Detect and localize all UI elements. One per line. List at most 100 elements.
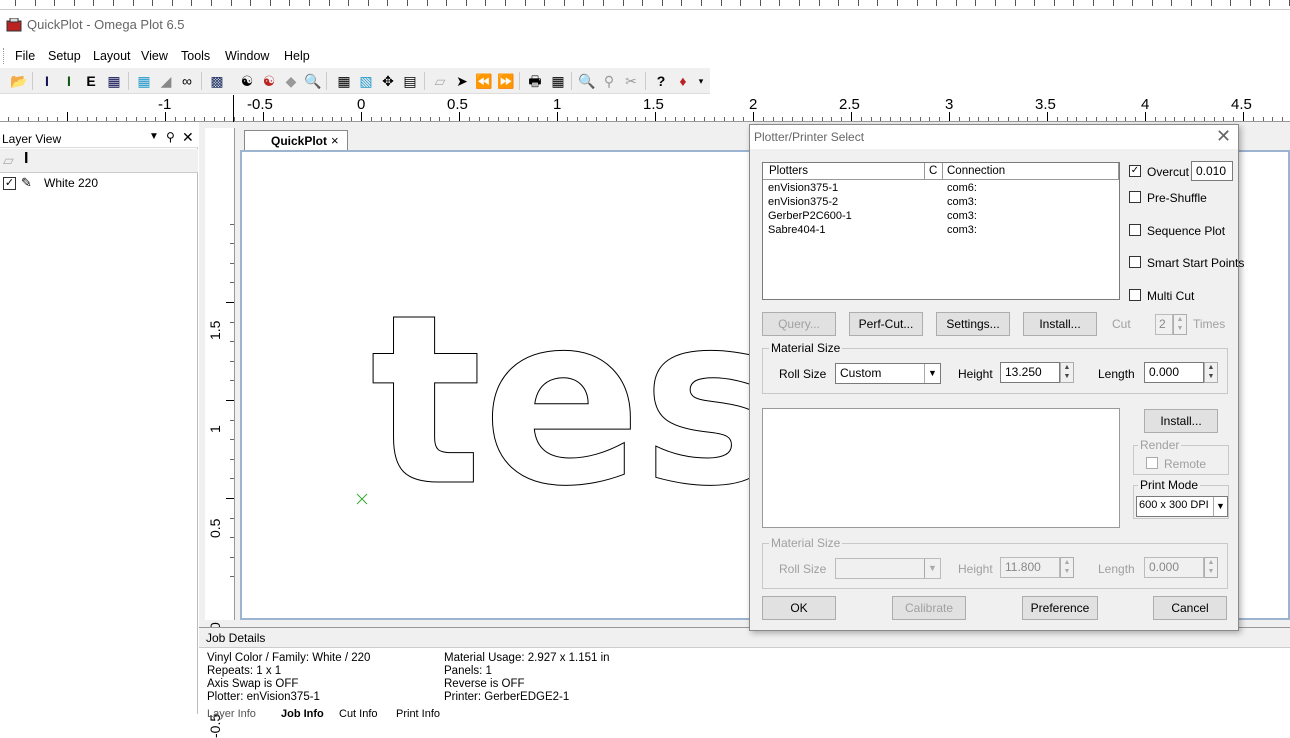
overcut-input[interactable]: 0.010 xyxy=(1191,161,1233,181)
ruler-tick xyxy=(1008,117,1009,121)
cut-count-input[interactable]: 2 xyxy=(1155,314,1173,335)
layer-row[interactable]: ✓ ✎ White 220 xyxy=(0,174,198,192)
ruler-tick xyxy=(211,0,212,6)
layers-icon[interactable]: ▱ xyxy=(431,72,449,90)
tab-job-info[interactable]: Job Info xyxy=(281,708,324,720)
ruler-tick xyxy=(763,117,764,121)
tab-print-info[interactable]: Print Info xyxy=(396,708,440,720)
settings-button[interactable]: Settings... xyxy=(936,312,1010,336)
menu-layout[interactable]: Layout xyxy=(93,49,131,63)
ruler-label: 0.5 xyxy=(207,518,223,538)
cancel-button[interactable]: Cancel xyxy=(1153,596,1227,620)
length-input[interactable]: 0.000 xyxy=(1144,557,1204,578)
tab-cut-info[interactable]: Cut Info xyxy=(339,708,378,720)
rotate-icon[interactable]: ☯ xyxy=(260,72,278,90)
close-icon[interactable]: × xyxy=(331,133,339,148)
menu-view[interactable]: View xyxy=(141,49,168,63)
vertical-ruler: 1.5 1 0.5 0 -0.5 xyxy=(205,128,235,738)
tab-layer-info[interactable]: Layer Info xyxy=(207,708,256,720)
length-input[interactable]: 0.000 xyxy=(1144,362,1204,383)
overcut-checkbox[interactable]: ✓ xyxy=(1129,165,1141,177)
frame-icon[interactable]: ▤ xyxy=(401,72,419,90)
document-tab[interactable]: QuickPlot × xyxy=(244,130,348,150)
plotters-list[interactable]: Plotters C Connection enVision375-1 com6… xyxy=(762,162,1120,300)
menu-setup[interactable]: Setup xyxy=(48,49,81,63)
smart-start-checkbox[interactable] xyxy=(1129,256,1141,268)
move-icon[interactable]: ✥ xyxy=(379,72,397,90)
output-icon[interactable]: ▧ xyxy=(357,72,375,90)
height-spinner[interactable]: ▲ ▼ xyxy=(1060,362,1074,383)
ok-button[interactable]: OK xyxy=(762,596,836,620)
forward-icon[interactable]: ⏩ xyxy=(497,72,515,90)
preference-button[interactable]: Preference xyxy=(1022,596,1098,620)
print-mode-select[interactable]: 600 x 300 DPI ▼ xyxy=(1136,496,1228,517)
query-button[interactable]: Query... xyxy=(762,312,836,336)
align-icon[interactable]: ◢ xyxy=(157,72,175,90)
close-icon[interactable]: ✕ xyxy=(1216,126,1231,147)
calibrate-button[interactable]: Calibrate xyxy=(892,596,966,620)
length-spinner[interactable]: ▲ ▼ xyxy=(1204,362,1218,383)
chevron-down-icon[interactable]: ▼ xyxy=(924,364,940,383)
open-icon[interactable]: 📂 xyxy=(10,72,28,90)
mirror-icon[interactable]: ☯ xyxy=(238,72,256,90)
toolbar-overflow-icon[interactable]: ▾ xyxy=(696,72,706,90)
fill-icon[interactable]: ◆ xyxy=(282,72,300,90)
printers-list[interactable] xyxy=(762,408,1120,528)
text-edit-icon[interactable]: I xyxy=(60,72,78,90)
height-spinner[interactable]: ▲ ▼ xyxy=(1060,557,1074,578)
close-icon[interactable]: ✕ xyxy=(182,129,194,146)
print-icon[interactable]: 🖶 xyxy=(526,72,544,90)
height-input[interactable]: 11.800 xyxy=(1000,557,1060,578)
book-icon[interactable]: ♦ xyxy=(674,72,692,90)
link-icon[interactable]: ∞ xyxy=(178,72,196,90)
menu-window[interactable]: Window xyxy=(225,49,269,63)
column-header-connection[interactable]: Connection xyxy=(943,163,1119,180)
scissors-icon[interactable]: ✂ xyxy=(622,72,640,90)
zoom-icon[interactable]: 🔍 xyxy=(578,72,596,90)
menu-tools[interactable]: Tools xyxy=(181,49,210,63)
menu-help[interactable]: Help xyxy=(284,49,310,63)
cut-count-spinner[interactable]: ▲ ▼ xyxy=(1173,314,1187,335)
pin-icon[interactable]: ⚲ xyxy=(166,130,175,144)
perf-cut-button[interactable]: Perf-Cut... xyxy=(849,312,923,336)
text-icon[interactable]: E xyxy=(82,72,100,90)
pre-shuffle-checkbox[interactable] xyxy=(1129,191,1141,203)
help-icon[interactable]: ? xyxy=(652,72,670,90)
multi-cut-checkbox[interactable] xyxy=(1129,289,1141,301)
column-header-c[interactable]: C xyxy=(925,163,943,180)
plotter-name[interactable]: Sabre404-1 xyxy=(768,224,826,236)
roll-size-select[interactable]: ▼ xyxy=(835,558,941,579)
chevron-down-icon[interactable]: ▼ xyxy=(1213,497,1227,516)
preview-icon[interactable]: 🔍 xyxy=(304,72,322,90)
layers-icon[interactable]: ▱ xyxy=(3,152,14,169)
grid-icon[interactable]: ▦ xyxy=(135,72,153,90)
menu-file[interactable]: File xyxy=(15,49,35,63)
plot-icon[interactable]: ▩ xyxy=(208,72,226,90)
remote-checkbox[interactable] xyxy=(1146,457,1158,469)
panel-icon[interactable]: ▦ xyxy=(335,72,353,90)
pin-icon[interactable]: ⚲ xyxy=(600,72,618,90)
dropdown-icon[interactable]: ▼ xyxy=(149,131,159,142)
ruler-tick xyxy=(1086,117,1087,121)
plotter-name[interactable]: enVision375-2 xyxy=(768,196,838,208)
plotter-name[interactable]: GerberP2C600-1 xyxy=(768,210,852,222)
text-layer-icon[interactable]: I xyxy=(24,150,28,168)
plotter-name[interactable]: enVision375-1 xyxy=(768,182,838,194)
rewind-icon[interactable]: ⏪ xyxy=(475,72,493,90)
select-icon[interactable]: ➤ xyxy=(453,72,471,90)
install-printer-button[interactable]: Install... xyxy=(1144,409,1218,433)
height-input[interactable]: 13.250 xyxy=(1000,362,1060,383)
ruler-tick xyxy=(635,117,636,121)
layer-visible-checkbox[interactable]: ✓ xyxy=(3,177,16,190)
length-spinner[interactable]: ▲ ▼ xyxy=(1204,557,1218,578)
ruler-tick xyxy=(1269,0,1270,6)
node-edit-icon[interactable]: I xyxy=(38,72,56,90)
roll-size-select[interactable]: Custom ▼ xyxy=(835,363,941,384)
chevron-down-icon[interactable]: ▼ xyxy=(924,559,940,578)
table-icon[interactable]: ▦ xyxy=(549,72,567,90)
weed-icon[interactable]: ▦ xyxy=(105,72,123,90)
install-plotter-button[interactable]: Install... xyxy=(1023,312,1097,336)
column-header-plotters[interactable]: Plotters xyxy=(763,163,925,180)
sequence-plot-checkbox[interactable] xyxy=(1129,224,1141,236)
length-label: Length xyxy=(1098,562,1135,576)
